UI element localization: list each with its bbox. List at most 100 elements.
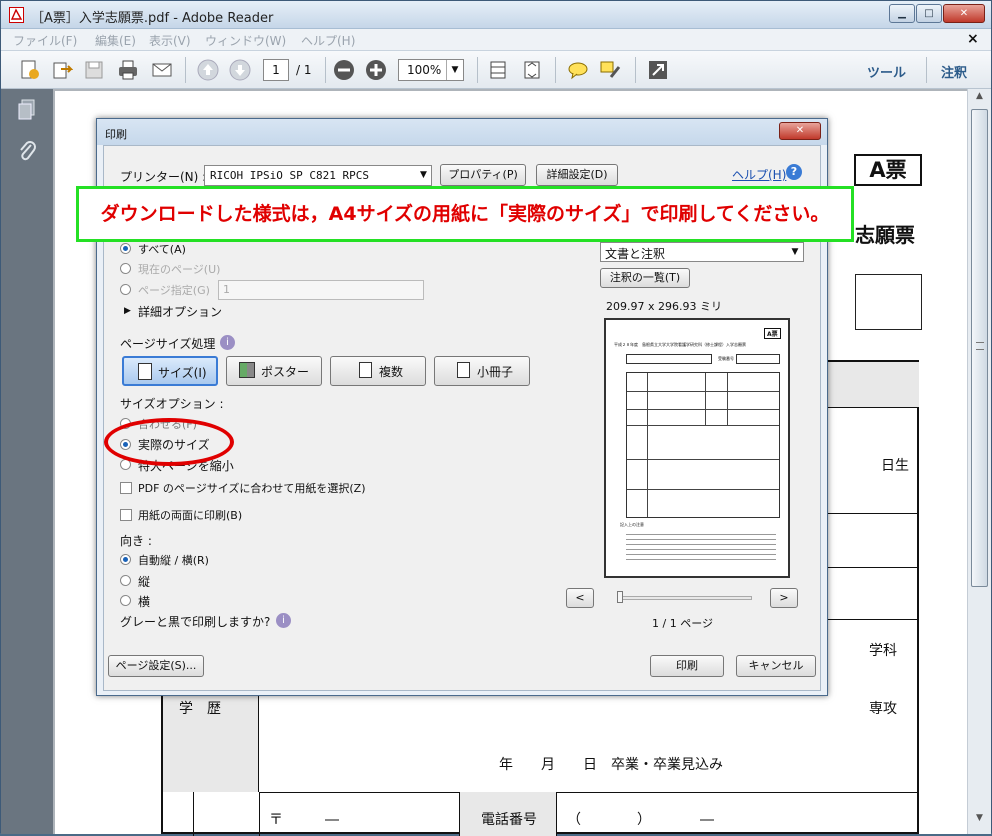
menu-help[interactable]: ヘルプ(H) — [301, 32, 355, 49]
choose-paper-checkbox[interactable] — [120, 482, 132, 494]
mode-multiple-button[interactable]: 複数 — [330, 356, 426, 386]
vertical-scrollbar[interactable]: ▲ ▼ — [967, 89, 991, 834]
orient-portrait-radio[interactable] — [120, 575, 131, 586]
mode-booklet-button[interactable]: 小冊子 — [434, 356, 530, 386]
chevron-down-icon: ▼ — [791, 247, 799, 257]
preview-next-button[interactable]: > — [770, 588, 798, 608]
printer-label: プリンター(N) : — [120, 170, 207, 184]
cancel-button[interactable]: キャンセル — [736, 655, 816, 677]
sticky-note-icon[interactable] — [567, 59, 589, 81]
help-link[interactable]: ヘルプ(H) — [732, 166, 786, 183]
orient-landscape-radio[interactable] — [120, 595, 131, 606]
comments-select[interactable]: 文書と注釈 ▼ — [600, 242, 804, 262]
mode-size-button[interactable]: サイズ(I) — [122, 356, 218, 386]
mode-multiple-label: 複数 — [379, 365, 404, 379]
info-icon[interactable]: i — [276, 613, 291, 628]
info-icon[interactable]: i — [220, 335, 235, 350]
range-pages-input[interactable]: 1 — [218, 280, 424, 300]
phone-value: （ ） ― — [567, 812, 714, 828]
triangle-right-icon[interactable]: ▶ — [124, 306, 131, 316]
preview-exam-box — [626, 354, 712, 364]
zoom-select[interactable]: 100% ▼ — [398, 59, 464, 81]
right-text-department: 学科 — [869, 643, 897, 659]
instruction-banner: ダウンロードした様式は，A4サイズの用紙に「実際のサイズ」で印刷してください。 — [76, 186, 854, 242]
next-page-icon[interactable] — [229, 59, 251, 81]
email-icon[interactable] — [151, 59, 173, 81]
preview-line — [627, 409, 779, 410]
orient-auto-radio[interactable] — [120, 554, 131, 565]
education-label: 学 歴 — [179, 701, 221, 717]
dialog-close-button[interactable]: ✕ — [779, 122, 821, 140]
preview-form-table — [626, 372, 780, 518]
menu-edit[interactable]: 編集(E) — [95, 32, 136, 49]
choose-paper-label: PDF のページサイズに合わせて用紙を選択(Z) — [138, 482, 366, 495]
title-bar: ［A票］入学志願票.pdf - Adobe Reader ▁ □ ✕ — [1, 1, 991, 29]
range-pages-label: ページ指定(G) — [138, 284, 210, 297]
page-setup-button[interactable]: ページ設定(S)... — [108, 655, 204, 677]
preview-slider[interactable] — [617, 591, 752, 603]
preview-prev-button[interactable]: < — [566, 588, 594, 608]
range-all-radio[interactable] — [120, 243, 131, 254]
preview-notes — [626, 530, 776, 560]
preview-exam-field — [736, 354, 780, 364]
more-options-label[interactable]: 詳細オプション — [138, 303, 222, 320]
maximize-button[interactable]: □ — [916, 4, 942, 23]
menu-file[interactable]: ファイル(F) — [13, 32, 77, 49]
previous-page-icon[interactable] — [197, 59, 219, 81]
open-icon[interactable] — [51, 59, 74, 81]
attachments-icon[interactable] — [17, 139, 37, 163]
zoom-value: 100% — [407, 63, 442, 77]
table-col-line — [259, 792, 260, 836]
close-window-button[interactable]: ✕ — [943, 4, 985, 23]
range-pages-radio[interactable] — [120, 284, 131, 295]
instruction-text: ダウンロードした様式は，A4サイズの用紙に「実際のサイズ」で印刷してください。 — [100, 203, 830, 225]
advanced-button[interactable]: 詳細設定(D) — [536, 164, 618, 186]
save-icon[interactable] — [83, 59, 105, 81]
expand-icon[interactable] — [647, 59, 669, 81]
orientation-label: 向き : — [120, 534, 152, 548]
summarize-comments-button[interactable]: 注釈の一覧(T) — [600, 268, 690, 288]
close-document-button[interactable]: × — [967, 31, 979, 47]
menu-view[interactable]: 表示(V) — [149, 32, 191, 49]
minimize-button[interactable]: ▁ — [889, 4, 915, 23]
poster-mode-icon — [239, 362, 255, 378]
toolbar-separator — [555, 57, 556, 83]
comments-value: 文書と注釈 — [605, 247, 666, 261]
size-options-label: サイズオプション : — [120, 397, 224, 411]
toolbar-separator — [325, 57, 326, 83]
fit-page-icon[interactable] — [521, 59, 543, 81]
tools-pane-button[interactable]: ツール — [867, 62, 906, 81]
scroll-down-arrow[interactable]: ▼ — [971, 813, 988, 829]
print-button[interactable]: 印刷 — [650, 655, 724, 677]
preview-line — [627, 425, 779, 426]
menu-window[interactable]: ウィンドウ(W) — [205, 32, 286, 49]
zoom-out-icon[interactable] — [333, 59, 355, 81]
preview-line — [705, 373, 706, 425]
preview-line — [627, 459, 779, 460]
pdf-app-icon — [9, 7, 24, 23]
toolbar-separator — [477, 57, 478, 83]
help-icon[interactable]: ? — [786, 164, 802, 180]
dialog-title: 印刷 — [105, 128, 127, 141]
scroll-up-arrow[interactable]: ▲ — [971, 91, 988, 107]
range-current-label: 現在のページ(U) — [138, 263, 221, 276]
orient-portrait-label: 縦 — [138, 575, 151, 589]
fit-width-icon[interactable] — [487, 59, 509, 81]
page-number-input[interactable]: 1 — [263, 59, 289, 81]
page-thumbnails-icon[interactable] — [17, 99, 37, 121]
slider-thumb[interactable] — [617, 591, 623, 603]
create-pdf-icon[interactable] — [19, 59, 41, 81]
page-total: / 1 — [296, 63, 312, 77]
right-text-birth: 日生 — [881, 458, 909, 474]
print-icon[interactable] — [117, 59, 139, 81]
duplex-checkbox[interactable] — [120, 509, 132, 521]
scroll-thumb[interactable] — [971, 109, 988, 587]
range-current-radio[interactable] — [120, 263, 131, 274]
mode-poster-button[interactable]: ポスター — [226, 356, 322, 386]
highlight-text-icon[interactable] — [599, 59, 621, 81]
properties-button[interactable]: プロパティ(P) — [440, 164, 526, 186]
zoom-in-icon[interactable] — [365, 59, 387, 81]
comment-pane-button[interactable]: 注釈 — [941, 62, 967, 81]
printer-select[interactable]: RICOH IPSiO SP C821 RPCS ▼ — [204, 165, 432, 186]
orient-landscape-label: 横 — [138, 595, 151, 609]
